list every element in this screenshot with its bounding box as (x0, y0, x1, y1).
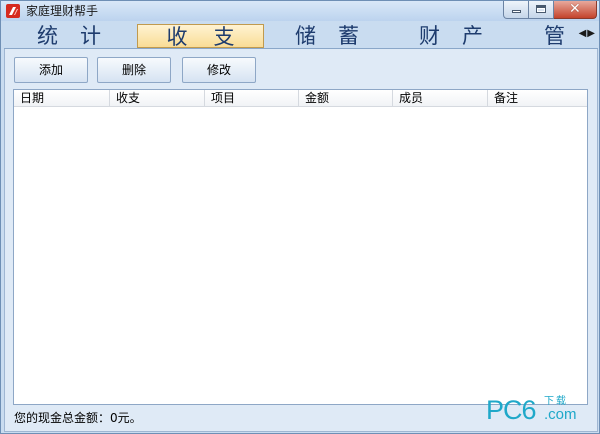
tab-management[interactable]: 管 (544, 24, 565, 48)
minimize-icon (512, 10, 521, 13)
arrow-left-icon[interactable]: ◀ (579, 28, 588, 39)
income-expense-panel: 添加 删除 修改 日期 收支 项目 金额 成员 备注 您的现金总金额：0元。 (4, 49, 598, 432)
delete-button[interactable]: 删除 (97, 57, 171, 83)
watermark-main: PC6 (486, 395, 537, 425)
app-window: 家庭理财帮手 ✕ 统计 收支 储蓄 财产 管 ◀▶ 添加 删除 修改 日期 收支… (0, 0, 600, 434)
tab-statistics[interactable]: 统计 (37, 24, 123, 48)
close-icon: ✕ (569, 1, 581, 17)
maximize-icon (536, 5, 546, 13)
list-header: 日期 收支 项目 金额 成员 备注 (14, 90, 587, 107)
column-amount[interactable]: 金额 (299, 90, 393, 107)
tab-scroll-arrows: ◀▶ (579, 28, 596, 39)
window-controls: ✕ (503, 1, 597, 19)
edit-button[interactable]: 修改 (182, 57, 256, 83)
maximize-button[interactable] (529, 1, 554, 19)
tab-strip: 统计 收支 储蓄 财产 管 ◀▶ (4, 23, 598, 49)
column-item[interactable]: 项目 (205, 90, 299, 107)
arrow-right-icon[interactable]: ▶ (587, 28, 596, 39)
cash-total-status: 您的现金总金额：0元。 (14, 411, 142, 425)
column-note[interactable]: 备注 (488, 90, 587, 107)
tab-savings[interactable]: 储蓄 (295, 24, 381, 48)
tab-income-expense[interactable]: 收支 (137, 24, 264, 49)
column-type[interactable]: 收支 (110, 90, 205, 107)
title-bar[interactable]: 家庭理财帮手 ✕ (1, 1, 599, 21)
column-member[interactable]: 成员 (393, 90, 488, 107)
tab-assets[interactable]: 财产 (419, 24, 505, 48)
records-list[interactable]: 日期 收支 项目 金额 成员 备注 (13, 89, 588, 405)
watermark-domain: .com (544, 406, 577, 423)
app-logo-icon (6, 4, 20, 18)
add-button[interactable]: 添加 (14, 57, 88, 83)
watermark-logo: PC6 下载 .com (486, 395, 596, 425)
window-title: 家庭理财帮手 (26, 4, 99, 18)
column-date[interactable]: 日期 (14, 90, 110, 107)
close-button[interactable]: ✕ (554, 1, 597, 19)
minimize-button[interactable] (503, 1, 529, 19)
